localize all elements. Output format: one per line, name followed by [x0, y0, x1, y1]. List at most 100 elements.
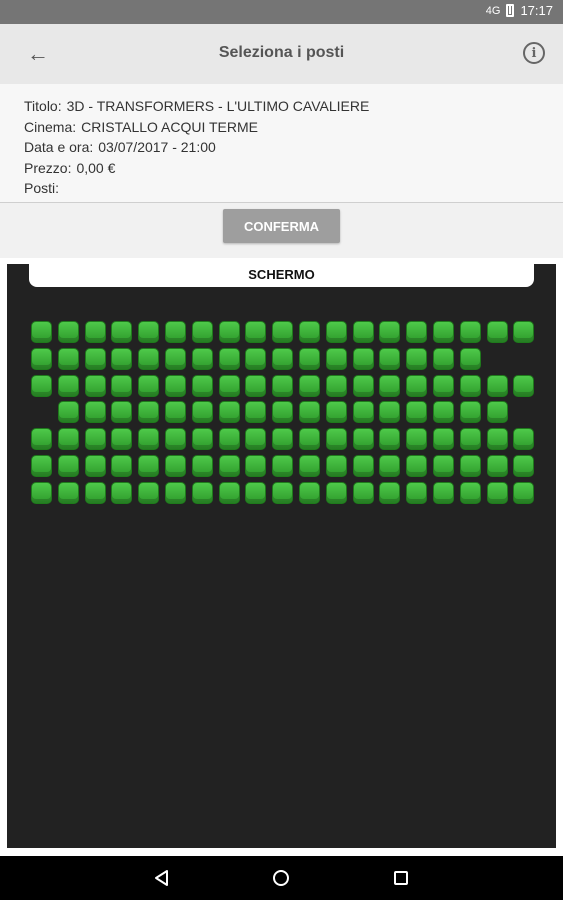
- seat[interactable]: [165, 347, 186, 370]
- seat[interactable]: [379, 401, 401, 424]
- seat[interactable]: [31, 347, 52, 370]
- seat[interactable]: [138, 455, 160, 477]
- seat[interactable]: [57, 321, 79, 343]
- seat[interactable]: [191, 481, 213, 504]
- seat[interactable]: [433, 455, 454, 477]
- seat[interactable]: [218, 321, 240, 343]
- seat[interactable]: [245, 321, 267, 343]
- seat[interactable]: [352, 321, 374, 343]
- seat[interactable]: [486, 455, 508, 477]
- seat[interactable]: [111, 347, 133, 370]
- seat[interactable]: [272, 321, 294, 343]
- seat[interactable]: [459, 455, 481, 477]
- seat[interactable]: [352, 347, 374, 370]
- seat[interactable]: [379, 374, 401, 397]
- seat[interactable]: [299, 455, 320, 477]
- seat[interactable]: [31, 428, 52, 451]
- seat[interactable]: [486, 481, 508, 504]
- seat[interactable]: [352, 374, 374, 397]
- seat[interactable]: [406, 401, 428, 424]
- seat[interactable]: [352, 401, 374, 424]
- seat[interactable]: [165, 481, 186, 504]
- seat[interactable]: [406, 374, 428, 397]
- seat[interactable]: [84, 321, 106, 343]
- seat[interactable]: [433, 321, 454, 343]
- seat[interactable]: [218, 481, 240, 504]
- seat[interactable]: [486, 321, 508, 343]
- seat[interactable]: [191, 374, 213, 397]
- seat[interactable]: [272, 455, 294, 477]
- seat[interactable]: [111, 455, 133, 477]
- seat[interactable]: [31, 321, 52, 343]
- seat[interactable]: [299, 401, 320, 424]
- seat[interactable]: [272, 401, 294, 424]
- seat[interactable]: [165, 374, 186, 397]
- seat[interactable]: [406, 455, 428, 477]
- seat[interactable]: [57, 401, 79, 424]
- seat[interactable]: [272, 347, 294, 370]
- seat[interactable]: [513, 428, 535, 451]
- seat[interactable]: [325, 347, 347, 370]
- seat[interactable]: [299, 347, 320, 370]
- seat[interactable]: [165, 321, 186, 343]
- seat[interactable]: [299, 374, 320, 397]
- seat[interactable]: [138, 401, 160, 424]
- seat[interactable]: [513, 455, 535, 477]
- seat[interactable]: [111, 401, 133, 424]
- seat[interactable]: [245, 374, 267, 397]
- seat[interactable]: [111, 481, 133, 504]
- seat[interactable]: [245, 401, 267, 424]
- seat[interactable]: [299, 428, 320, 451]
- seat[interactable]: [218, 428, 240, 451]
- seat[interactable]: [191, 347, 213, 370]
- seat[interactable]: [245, 347, 267, 370]
- seat[interactable]: [245, 455, 267, 477]
- seat[interactable]: [406, 428, 428, 451]
- seat[interactable]: [57, 428, 79, 451]
- seat[interactable]: [486, 401, 508, 424]
- seat[interactable]: [191, 321, 213, 343]
- nav-home-icon[interactable]: [268, 866, 294, 890]
- seat[interactable]: [57, 455, 79, 477]
- seat[interactable]: [272, 481, 294, 504]
- seat[interactable]: [84, 347, 106, 370]
- seat[interactable]: [459, 374, 481, 397]
- seat[interactable]: [459, 481, 481, 504]
- seat[interactable]: [57, 481, 79, 504]
- seat[interactable]: [57, 374, 79, 397]
- seat[interactable]: [191, 401, 213, 424]
- seat[interactable]: [84, 401, 106, 424]
- seat[interactable]: [111, 428, 133, 451]
- seat[interactable]: [513, 321, 535, 343]
- seat[interactable]: [379, 481, 401, 504]
- seat[interactable]: [325, 455, 347, 477]
- seat[interactable]: [165, 455, 186, 477]
- seat[interactable]: [138, 347, 160, 370]
- nav-recents-icon[interactable]: [388, 866, 414, 890]
- seat[interactable]: [111, 321, 133, 343]
- seat[interactable]: [325, 428, 347, 451]
- seat[interactable]: [245, 428, 267, 451]
- seat[interactable]: [325, 321, 347, 343]
- seat[interactable]: [31, 455, 52, 477]
- seat[interactable]: [325, 374, 347, 397]
- seat[interactable]: [513, 374, 535, 397]
- seat[interactable]: [218, 374, 240, 397]
- seat[interactable]: [272, 374, 294, 397]
- seat[interactable]: [433, 347, 454, 370]
- seat[interactable]: [459, 321, 481, 343]
- seat[interactable]: [325, 481, 347, 504]
- seat[interactable]: [379, 321, 401, 343]
- seat[interactable]: [433, 401, 454, 424]
- seat[interactable]: [57, 347, 79, 370]
- seat[interactable]: [218, 347, 240, 370]
- seat[interactable]: [513, 481, 535, 504]
- seat[interactable]: [486, 374, 508, 397]
- seat[interactable]: [111, 374, 133, 397]
- seat[interactable]: [84, 481, 106, 504]
- seat[interactable]: [138, 481, 160, 504]
- seat[interactable]: [325, 401, 347, 424]
- seat[interactable]: [406, 481, 428, 504]
- seat[interactable]: [272, 428, 294, 451]
- seat[interactable]: [379, 347, 401, 370]
